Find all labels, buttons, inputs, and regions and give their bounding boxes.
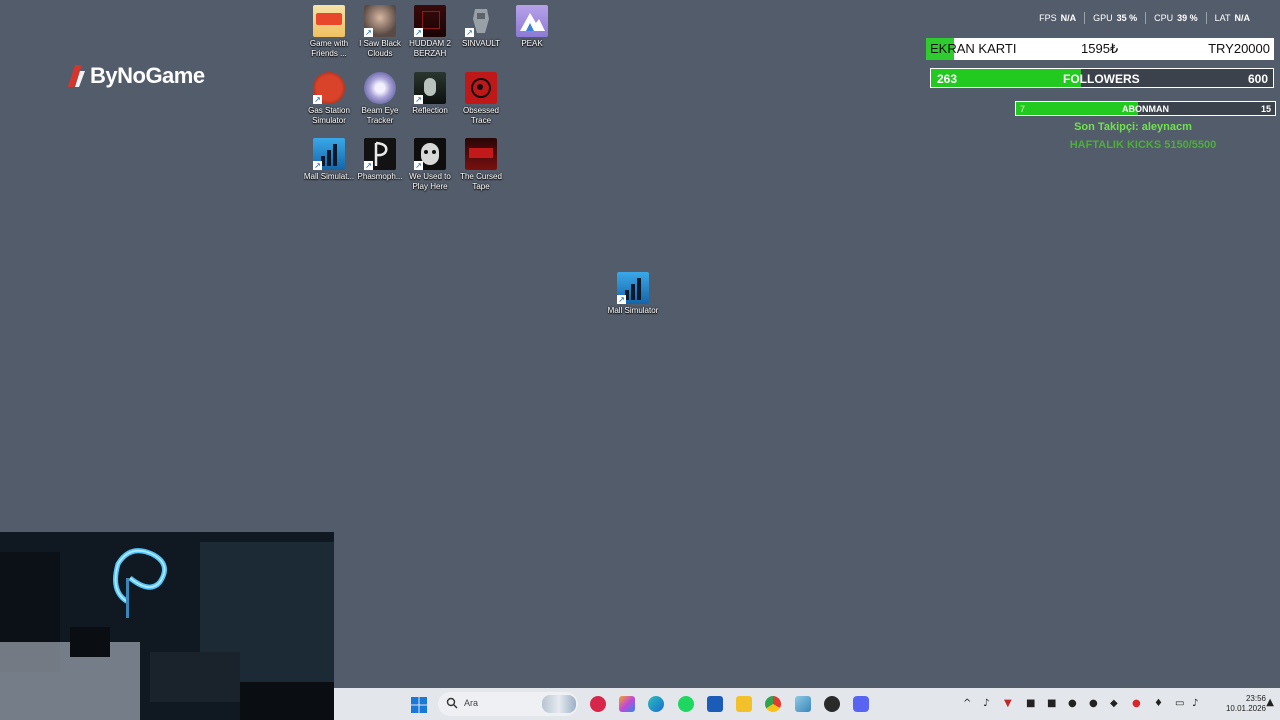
followers-current: 263 (937, 72, 958, 86)
followers-label: FOLLOWERS (1063, 72, 1140, 86)
taskbar: Ara ^ ♪ ▼ ■ ■ ● ● ◆ ● ♦ ▭ ♪ 23:56 10.01.… (334, 688, 1280, 720)
performance-overlay: FPS N/A GPU 35 % CPU 39 % LAT N/A (1031, 12, 1258, 24)
tray-app-icon[interactable]: ■ (1047, 698, 1056, 709)
shortcut-arrow-icon: ↗ (414, 95, 423, 104)
peak-icon (516, 5, 548, 37)
we-used-to-play-here-icon: ↗ (414, 138, 446, 170)
ekran-karti-goal-bar: EKRAN KARTI 1595₺ TRY20000 (926, 38, 1274, 60)
discord-icon[interactable] (853, 696, 869, 712)
shortcut-arrow-icon: ↗ (414, 161, 423, 170)
microsoft-store-icon[interactable] (707, 696, 723, 712)
gas-station-simulator-icon: ↗ (313, 72, 345, 104)
chrome-icon[interactable] (765, 696, 781, 712)
ekran-karti-goal: TRY20000 (1208, 41, 1270, 56)
speaker-icon[interactable]: ♪ (983, 698, 989, 709)
followers-goal-bar: 263 FOLLOWERS 600 (930, 68, 1274, 88)
bynogame-logo-mark (68, 65, 85, 87)
fps-stat: FPS N/A (1039, 13, 1077, 23)
clock-date: 10.01.2026 (1225, 704, 1266, 713)
shortcut-arrow-icon: ↗ (364, 28, 373, 37)
abonman-progress-fill (1016, 102, 1138, 115)
taskbar-search-box[interactable]: Ara (438, 692, 578, 716)
desktop-icon-gas-station-simulator[interactable]: ↗ Gas Station Simulator (301, 72, 357, 126)
followers-goal: 600 (1247, 72, 1268, 86)
media-player-icon[interactable] (590, 696, 606, 712)
abonman-label: ABONMAN (1122, 104, 1169, 114)
sinvault-icon: ↗ (465, 5, 497, 37)
lat-stat: LAT N/A (1214, 13, 1250, 23)
i-saw-black-clouds-icon: ↗ (364, 5, 396, 37)
steam-icon[interactable]: ● (1089, 698, 1098, 709)
desktop-icon-we-used-to-play-here[interactable]: ↗ We Used to Play Here (402, 138, 458, 192)
copilot-icon[interactable] (619, 696, 635, 712)
search-icon (446, 697, 458, 709)
shortcut-arrow-icon: ↗ (313, 161, 322, 170)
phasmophobia-icon: ↗ (364, 138, 396, 170)
son-takipci-text: Son Takipçi: aleynacm (1074, 121, 1192, 133)
shortcut-arrow-icon: ↗ (617, 295, 626, 304)
ekran-karti-title: EKRAN KARTI (930, 41, 1017, 56)
spotify-icon[interactable] (678, 696, 694, 712)
shortcut-arrow-icon: ↗ (465, 28, 474, 37)
record-icon[interactable]: ● (1132, 698, 1141, 709)
desktop-icon-reflection[interactable]: ↗ Reflection (402, 72, 458, 116)
chevron-up-icon[interactable]: ^ (963, 698, 971, 709)
shortcut-arrow-icon: ↗ (313, 95, 322, 104)
desktop-icon-the-cursed-tape[interactable]: The Cursed Tape (453, 138, 509, 192)
reflection-icon: ↗ (414, 72, 446, 104)
file-explorer-icon[interactable] (736, 696, 752, 712)
gpu-stat: GPU 35 % (1093, 13, 1138, 23)
tray-app-icon[interactable]: ■ (1026, 698, 1035, 709)
nvidia-icon[interactable]: ▼ (1004, 698, 1012, 709)
notification-bell-icon[interactable]: ▲ (1266, 697, 1274, 708)
desktop-icon-mall-simulator-1[interactable]: ↗ Mall Simulat... (301, 138, 357, 182)
obs-icon[interactable] (824, 696, 840, 712)
tray-app-icon[interactable]: ● (1068, 698, 1077, 709)
desktop-icon-i-saw-black-clouds[interactable]: ↗ I Saw Black Clouds (352, 5, 408, 59)
shortcut-arrow-icon: ↗ (364, 161, 373, 170)
abonman-current: 7 (1020, 104, 1026, 114)
bynogame-logo: ByNoGame (66, 61, 205, 91)
taskbar-clock[interactable]: 23:56 10.01.2026 (1226, 694, 1266, 714)
abonman-goal: 15 (1260, 104, 1271, 114)
cpu-stat: CPU 39 % (1154, 13, 1198, 23)
desktop-icon-peak[interactable]: PEAK (504, 5, 560, 49)
desktop-icon-huddam-2-berzah[interactable]: ↗ HUDDAM 2 BERZAH (402, 5, 458, 59)
microphone-icon[interactable]: ♦ (1154, 698, 1163, 709)
ekran-karti-current: 1595₺ (1081, 41, 1119, 56)
snipping-tool-icon[interactable] (795, 696, 811, 712)
game-with-friends-icon (313, 5, 345, 37)
desktop-icon-mall-simulator-2[interactable]: ↗ Mall Simulator (605, 272, 661, 316)
mall-simulator-icon: ↗ (313, 138, 345, 170)
network-icon[interactable]: ▭ (1175, 698, 1184, 709)
desktop-icon-obsessed-trace[interactable]: Obsessed Trace (453, 72, 509, 126)
webcam-feed (0, 532, 334, 720)
clock-time: 23:56 (1245, 694, 1266, 703)
desktop-icon-phasmophobia[interactable]: ↗ Phasmoph... (352, 138, 408, 182)
windows-start-icon[interactable] (411, 697, 427, 713)
haftalik-kicks-text: HAFTALIK KICKS 5150/5500 (1069, 139, 1217, 151)
mall-simulator-icon: ↗ (617, 272, 649, 304)
shortcut-arrow-icon: ↗ (414, 28, 423, 37)
desktop-icon-beam-eye-tracker[interactable]: Beam Eye Tracker (352, 72, 408, 126)
beam-eye-tracker-icon (364, 72, 396, 104)
the-cursed-tape-icon (465, 138, 497, 170)
search-highlight-image (542, 695, 576, 713)
search-placeholder: Ara (464, 698, 479, 708)
obsessed-trace-icon (465, 72, 497, 104)
abonman-goal-bar: 7 ABONMAN 15 (1015, 101, 1276, 116)
edge-browser-icon[interactable] (648, 696, 664, 712)
webcam-scene (0, 532, 334, 720)
bynogame-logo-text: ByNoGame (90, 63, 205, 88)
desktop-icon-game-with-friends[interactable]: Game with Friends ... (301, 5, 357, 59)
volume-icon[interactable]: ♪ (1192, 698, 1198, 709)
tray-app-icon[interactable]: ◆ (1110, 698, 1118, 709)
huddam-icon: ↗ (414, 5, 446, 37)
desktop-icon-sinvault[interactable]: ↗ SINVAULT (453, 5, 509, 49)
